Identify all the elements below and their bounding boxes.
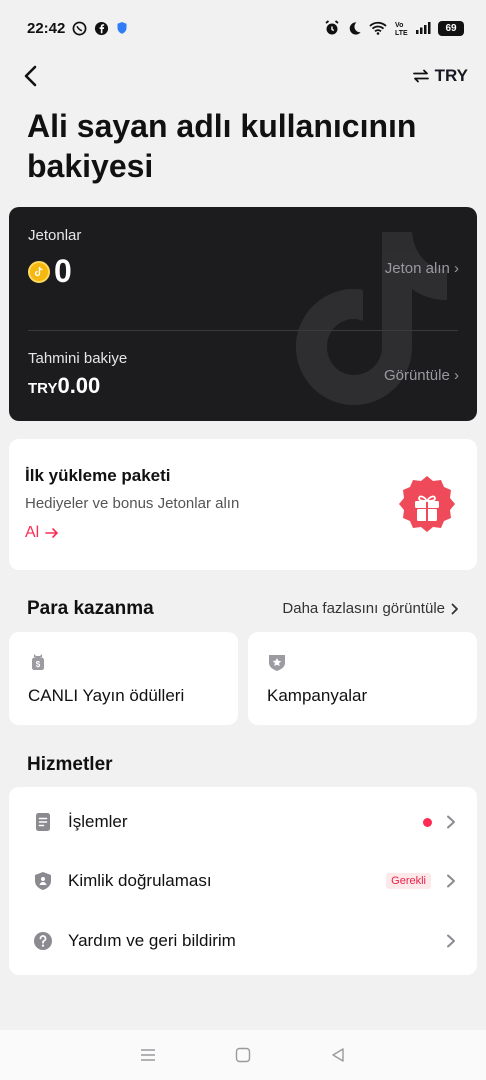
chevron-right-icon xyxy=(447,934,455,948)
services-section-title: Hizmetler xyxy=(27,754,113,775)
system-nav-bar xyxy=(0,1030,486,1080)
swap-icon xyxy=(412,69,429,83)
view-balance-link[interactable]: Görüntüle › xyxy=(384,367,459,384)
estimated-amount: 0.00 xyxy=(57,373,101,398)
first-package-subtitle: Hediyeler ve bonus Jetonlar alın xyxy=(25,495,240,512)
services-card: İşlemler Kimlik doğrulaması Gerekli Yard… xyxy=(9,787,477,975)
menu-icon xyxy=(140,1049,155,1061)
transactions-label: İşlemler xyxy=(68,812,128,831)
moon-icon xyxy=(349,21,361,35)
currency-switch-button[interactable]: TRY xyxy=(412,66,468,86)
home-button[interactable] xyxy=(234,1046,252,1064)
triangle-back-icon xyxy=(332,1048,345,1062)
balance-card: Jetonlar 0 Jeton alın › Tahmini bakiye T… xyxy=(9,207,477,421)
tiktok-watermark-icon xyxy=(296,232,447,405)
first-package-title: İlk yükleme paketi xyxy=(25,466,171,485)
shield-icon xyxy=(117,22,127,34)
recent-apps-button[interactable] xyxy=(139,1046,157,1064)
status-time: 22:42 xyxy=(27,19,66,37)
get-coins-link[interactable]: Jeton alın › xyxy=(385,260,459,277)
back-nav-button[interactable] xyxy=(329,1046,347,1064)
required-badge: Gerekli xyxy=(386,873,431,889)
square-icon xyxy=(235,1047,251,1063)
status-bar: 22:42 Vo LTE 69 xyxy=(0,0,486,56)
help-feedback-label: Yardım ve geri bildirim xyxy=(68,931,236,950)
help-icon xyxy=(34,932,52,950)
campaigns-label: Kampanyalar xyxy=(267,686,368,705)
gift-icon xyxy=(399,476,455,532)
see-more-link[interactable]: Daha fazlasını görüntüle xyxy=(282,600,459,617)
chevron-right-icon xyxy=(447,815,455,829)
alarm-icon xyxy=(325,20,339,35)
svg-text:$: $ xyxy=(36,660,41,669)
service-item-help-feedback[interactable]: Yardım ve geri bildirim xyxy=(9,911,477,971)
arrow-right-icon xyxy=(45,528,59,538)
campaigns-card[interactable]: Kampanyalar xyxy=(248,632,477,725)
identity-verification-label: Kimlik doğrulaması xyxy=(68,871,212,890)
notification-dot xyxy=(423,817,432,827)
coin-icon xyxy=(28,261,50,283)
currency-label: TRY xyxy=(434,66,468,85)
earn-section-title: Para kazanma xyxy=(27,598,154,619)
service-item-transactions[interactable]: İşlemler xyxy=(9,792,477,852)
battery-icon: 69 xyxy=(438,20,464,36)
signal-icon xyxy=(416,22,431,34)
service-item-identity-verification[interactable]: Kimlik doğrulaması Gerekli xyxy=(9,851,477,911)
estimated-balance-label: Tahmini bakiye xyxy=(28,350,128,367)
estimated-balance-value: TRY0.00 xyxy=(28,373,100,399)
live-rewards-label: CANLI Yayın ödülleri xyxy=(28,686,185,705)
facebook-icon xyxy=(95,21,109,35)
svg-text:Vo: Vo xyxy=(395,22,403,29)
first-package-cta-label: Al xyxy=(25,524,40,541)
coins-label: Jetonlar xyxy=(28,227,82,244)
star-badge-icon xyxy=(269,655,285,671)
wifi-icon xyxy=(369,21,387,35)
whatsapp-icon xyxy=(72,21,87,35)
volte-icon: VoLTE xyxy=(395,22,408,36)
money-bag-icon: $ xyxy=(32,654,44,670)
estimated-currency: TRY xyxy=(28,380,58,397)
see-more-label: Daha fazlasını görüntüle xyxy=(282,600,445,617)
id-shield-icon xyxy=(35,872,51,890)
chevron-right-icon xyxy=(447,874,455,888)
live-rewards-card[interactable]: $ CANLI Yayın ödülleri xyxy=(9,632,238,725)
chevron-left-icon xyxy=(24,65,37,87)
back-button[interactable] xyxy=(16,62,44,90)
first-package-card[interactable]: İlk yükleme paketi Hediyeler ve bonus Je… xyxy=(9,439,477,570)
chevron-right-icon xyxy=(451,603,458,614)
page-title: Ali sayan adlı kullanıcının bakiyesi xyxy=(27,108,417,184)
coins-value: 0 xyxy=(54,253,72,289)
document-icon xyxy=(36,813,50,831)
svg-text:LTE: LTE xyxy=(395,30,408,36)
first-package-cta[interactable]: Al xyxy=(25,524,59,542)
top-bar: TRY xyxy=(0,56,486,96)
divider xyxy=(28,330,458,331)
